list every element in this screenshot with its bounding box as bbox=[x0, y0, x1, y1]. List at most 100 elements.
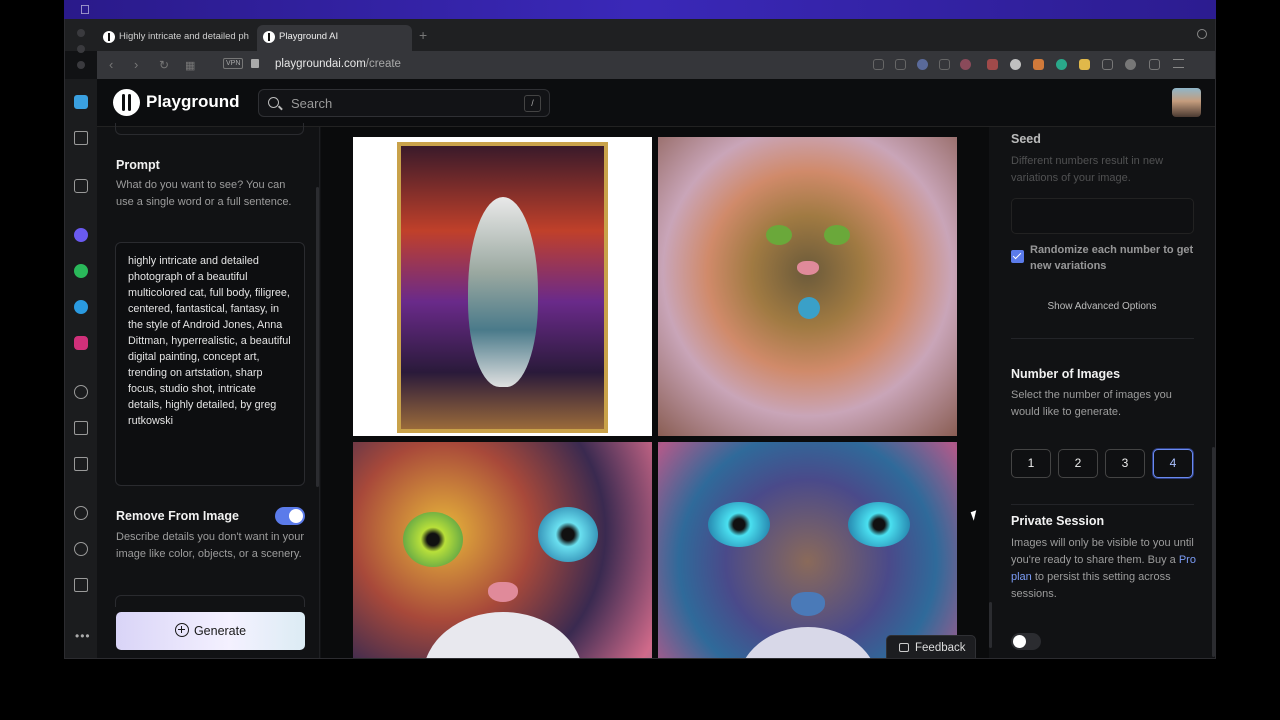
randomize-label: Randomize each number to get new variati… bbox=[1030, 244, 1194, 272]
cat-eye bbox=[403, 512, 463, 567]
messenger-icon[interactable] bbox=[74, 228, 88, 242]
right-scrollbar[interactable] bbox=[1212, 447, 1215, 657]
cat-nose bbox=[488, 582, 518, 602]
send-icon[interactable] bbox=[74, 421, 88, 435]
lock-icon bbox=[251, 59, 259, 68]
seed-input[interactable] bbox=[1011, 198, 1194, 234]
instagram-icon[interactable] bbox=[74, 336, 88, 350]
grid-icon[interactable]: ▦ bbox=[185, 59, 195, 72]
private-session-heading: Private Session bbox=[1011, 514, 1105, 528]
share-icon[interactable] bbox=[873, 59, 884, 70]
send-icon[interactable] bbox=[939, 59, 950, 70]
profile-icon[interactable] bbox=[1125, 59, 1136, 70]
heart-icon[interactable] bbox=[960, 59, 971, 70]
seed-help: Different numbers result in new variatio… bbox=[1011, 155, 1164, 184]
tab-search-icon[interactable] bbox=[1197, 29, 1207, 39]
back-icon[interactable]: ‹ bbox=[109, 57, 113, 72]
cat-eye bbox=[766, 225, 792, 245]
apple-icon[interactable]:  bbox=[80, 2, 90, 17]
tab-playground-ai[interactable]: Playground AI bbox=[257, 25, 412, 51]
num-images-option-4[interactable]: 4 bbox=[1153, 449, 1193, 478]
private-session-toggle[interactable] bbox=[1011, 633, 1041, 650]
cat-nose bbox=[797, 261, 819, 275]
generated-image-1[interactable] bbox=[353, 137, 652, 436]
negative-prompt-field[interactable] bbox=[115, 595, 305, 607]
cat-eye bbox=[824, 225, 850, 245]
feedback-label: Feedback bbox=[915, 642, 966, 654]
tab-image-prompt[interactable]: Highly intricate and detailed ph bbox=[97, 25, 249, 51]
left-scrollbar[interactable] bbox=[316, 187, 319, 487]
cat-muzzle bbox=[423, 612, 583, 658]
menu-icon[interactable] bbox=[1173, 59, 1184, 68]
seed-heading: Seed bbox=[1011, 132, 1041, 146]
num-images-option-1[interactable]: 1 bbox=[1011, 449, 1051, 478]
cat-eye bbox=[848, 502, 910, 547]
num-images-option-2[interactable]: 2 bbox=[1058, 449, 1098, 478]
show-advanced-options-link[interactable]: Show Advanced Options bbox=[992, 301, 1212, 312]
generated-image-2[interactable] bbox=[658, 137, 957, 436]
remove-from-image-toggle[interactable] bbox=[275, 507, 305, 525]
app-name[interactable]: Playground bbox=[146, 92, 240, 112]
num-images-option-3[interactable]: 3 bbox=[1105, 449, 1145, 478]
chat-icon bbox=[899, 643, 909, 652]
amazon-icon[interactable] bbox=[1056, 59, 1067, 70]
tab-label: Highly intricate and detailed ph bbox=[119, 31, 249, 42]
pen-icon[interactable] bbox=[1079, 59, 1090, 70]
bag-icon[interactable] bbox=[74, 179, 88, 193]
search-shortcut: / bbox=[524, 95, 541, 112]
extension-red-icon[interactable] bbox=[987, 59, 998, 70]
previous-field-box bbox=[115, 123, 304, 135]
cat-eye bbox=[538, 507, 598, 562]
clock-icon[interactable] bbox=[74, 542, 88, 556]
reload-icon[interactable]: ↻ bbox=[159, 58, 169, 72]
search-icon bbox=[268, 97, 279, 108]
generated-image-4[interactable] bbox=[658, 442, 957, 658]
vpn-badge[interactable]: VPN bbox=[223, 58, 244, 69]
randomize-checkbox[interactable] bbox=[1011, 250, 1024, 263]
cat-muzzle bbox=[738, 627, 878, 658]
right-settings-panel: Seed Different numbers result in new var… bbox=[992, 127, 1215, 658]
camera-icon[interactable] bbox=[895, 59, 906, 70]
star-icon[interactable] bbox=[74, 131, 88, 145]
generate-button[interactable]: Generate bbox=[116, 612, 305, 650]
search-box[interactable]: Search / bbox=[258, 89, 550, 117]
private-help-text: to persist this setting across sessions. bbox=[1011, 571, 1171, 600]
cube-icon[interactable] bbox=[1102, 59, 1113, 70]
window-controls[interactable] bbox=[77, 29, 85, 77]
cat-nose bbox=[791, 592, 825, 616]
url-field[interactable]: playgroundai.com/create bbox=[275, 58, 401, 70]
avatar[interactable] bbox=[1172, 88, 1201, 117]
play-icon[interactable] bbox=[74, 385, 88, 399]
telegram-icon[interactable] bbox=[74, 300, 88, 314]
generated-image-3[interactable] bbox=[353, 442, 652, 658]
more-icon[interactable]: ••• bbox=[75, 629, 91, 643]
feedback-button[interactable]: Feedback bbox=[886, 635, 976, 658]
browser-window: Highly intricate and detailed ph Playgro… bbox=[64, 19, 1216, 659]
macos-menubar:  bbox=[64, 0, 1216, 19]
image-grid: Feedback bbox=[321, 127, 992, 658]
home-icon[interactable] bbox=[74, 95, 88, 109]
generate-label: Generate bbox=[193, 624, 247, 638]
search-input[interactable]: Search bbox=[291, 96, 332, 111]
num-images-help: Select the number of images you would li… bbox=[1011, 389, 1172, 418]
prompt-textarea[interactable]: highly intricate and detailed photograph… bbox=[115, 242, 305, 486]
new-tab-button[interactable]: + bbox=[419, 27, 427, 43]
jewel bbox=[798, 297, 820, 319]
metamask-icon[interactable] bbox=[1033, 59, 1044, 70]
url-host: playgroundai.com bbox=[275, 58, 366, 70]
cat-eye bbox=[708, 502, 770, 547]
download-icon[interactable] bbox=[1149, 59, 1160, 70]
forward-icon[interactable]: › bbox=[134, 57, 138, 72]
url-path: /create bbox=[365, 58, 401, 70]
cube-icon[interactable] bbox=[74, 578, 88, 592]
whatsapp-icon[interactable] bbox=[74, 264, 88, 278]
wallet-icon[interactable] bbox=[74, 457, 88, 471]
mouse-cursor-icon bbox=[970, 510, 980, 521]
extension-dot-icon[interactable] bbox=[1010, 59, 1021, 70]
num-images-heading: Number of Images bbox=[1011, 367, 1121, 381]
divider bbox=[1011, 338, 1194, 339]
heart-icon[interactable] bbox=[74, 506, 88, 520]
playground-logo-icon[interactable] bbox=[113, 89, 140, 116]
cat-figure bbox=[468, 197, 538, 387]
shield-icon[interactable] bbox=[917, 59, 928, 70]
